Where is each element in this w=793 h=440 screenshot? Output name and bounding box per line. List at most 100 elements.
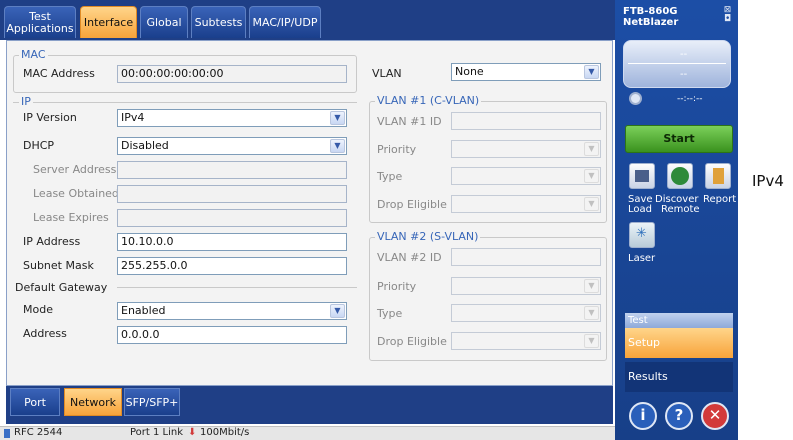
c-vlan-priority-label: Priority <box>377 143 417 156</box>
discover-remote-icon[interactable] <box>667 163 693 189</box>
tab-global[interactable]: Global <box>140 6 188 38</box>
tab-sfp[interactable]: SFP/SFP+ <box>124 388 180 416</box>
laser-glyph: ✳ <box>636 226 647 241</box>
default-gateway-title: Default Gateway <box>15 281 108 294</box>
ip-address-label: IP Address <box>23 235 81 248</box>
c-vlan-id-field <box>451 112 601 130</box>
lease-expires-field <box>117 209 347 227</box>
dhcp-select[interactable]: Disabled ▼ <box>117 137 347 155</box>
gateway-divider <box>117 287 357 288</box>
vlan-select[interactable]: None ▼ <box>451 63 601 81</box>
help-button[interactable]: ? <box>665 402 693 430</box>
close-button[interactable]: ✕ <box>701 402 729 430</box>
clipboard-shape <box>713 168 724 184</box>
chevron-down-icon: ▼ <box>584 306 599 320</box>
top-tab-bar: Test Applications Interface Global Subte… <box>0 0 615 40</box>
device-product: NetBlazer <box>623 17 679 28</box>
timer-value: --:--:-- <box>677 94 703 104</box>
test-menu-header: Test <box>625 313 733 328</box>
chevron-down-icon[interactable]: ▼ <box>330 111 345 125</box>
annotation-label: IPv4 <box>752 172 784 190</box>
rfc-icon <box>4 429 10 438</box>
c-vlan-type-select: ▼ <box>451 167 601 185</box>
c-vlan-drop-select: ▼ <box>451 195 601 213</box>
status-display: -- -- <box>623 40 731 88</box>
dhcp-label: DHCP <box>23 139 55 152</box>
display-divider <box>628 63 726 64</box>
chevron-down-icon[interactable]: ▼ <box>330 304 345 318</box>
mac-address-label: MAC Address <box>23 67 95 80</box>
tab-label: Test Applications <box>6 9 74 35</box>
mac-address-field[interactable]: 00:00:00:00:00:00 <box>117 65 347 83</box>
tab-network[interactable]: Network <box>64 388 122 416</box>
dhcp-value: Disabled <box>121 139 169 152</box>
s-vlan-type-select: ▼ <box>451 304 601 322</box>
subnet-mask-label: Subnet Mask <box>23 259 94 272</box>
setup-menu-item[interactable]: Setup <box>625 328 733 358</box>
s-vlan-type-label: Type <box>377 307 403 320</box>
tab-label: Port <box>24 395 46 409</box>
status-link: Port 1 Link <box>130 427 184 438</box>
s-vlan-id-field <box>451 248 601 266</box>
chevron-down-icon: ▼ <box>584 334 599 348</box>
ip-version-value: IPv4 <box>121 111 145 124</box>
info-button[interactable]: i <box>629 402 657 430</box>
tab-label: Global <box>146 15 182 29</box>
chevron-down-icon[interactable]: ▼ <box>330 139 345 153</box>
laser-icon[interactable]: ✳ <box>629 222 655 248</box>
c-vlan-drop-label: Drop Eligible <box>377 198 447 211</box>
vlan-label: VLAN <box>372 67 402 80</box>
display-bottom-value: -- <box>680 69 688 80</box>
status-bar: RFC 2544 Port 1 Link ⬇ 100Mbit/s <box>0 426 615 440</box>
tab-label: SFP/SFP+ <box>125 395 179 409</box>
s-vlan-drop-select: ▼ <box>451 332 601 350</box>
gateway-address-field[interactable]: 0.0.0.0 <box>117 326 347 344</box>
lease-obtained-label: Lease Obtained <box>33 187 119 200</box>
chevron-down-icon[interactable]: ▼ <box>584 65 599 79</box>
c-vlan-priority-select: ▼ <box>451 140 601 158</box>
lease-expires-label: Lease Expires <box>33 211 109 224</box>
mac-section-title: MAC <box>19 48 48 61</box>
tab-label: Interface <box>83 15 134 29</box>
report-icon[interactable] <box>705 163 731 189</box>
tab-label: MAC/IP/UDP <box>252 15 318 29</box>
battery-icon: ⊠ ◘ <box>723 5 732 24</box>
ip-version-label: IP Version <box>23 111 77 124</box>
s-vlan-id-label: VLAN #2 ID <box>377 251 442 264</box>
start-button[interactable]: Start <box>625 125 733 153</box>
bottom-tab-bar: Port Network SFP/SFP+ <box>6 386 613 424</box>
chevron-down-icon: ▼ <box>584 279 599 293</box>
tab-port[interactable]: Port <box>10 388 60 416</box>
gateway-mode-select[interactable]: Enabled ▼ <box>117 302 347 320</box>
close-icon: ✕ <box>708 406 722 424</box>
ip-version-select[interactable]: IPv4 ▼ <box>117 109 347 127</box>
tab-test-applications[interactable]: Test Applications <box>4 6 76 38</box>
vlan-value: None <box>455 65 484 78</box>
help-icon: ? <box>674 406 684 424</box>
s-vlan-drop-label: Drop Eligible <box>377 335 447 348</box>
server-address-field <box>117 161 347 179</box>
ip-address-field[interactable]: 10.10.0.0 <box>117 233 347 251</box>
device-model: FTB-860G <box>623 6 678 17</box>
subnet-mask-field[interactable]: 255.255.0.0 <box>117 257 347 275</box>
status-speed: 100Mbit/s <box>200 427 250 438</box>
save-load-icon[interactable] <box>629 163 655 189</box>
status-rfc: RFC 2544 <box>14 427 63 438</box>
globe-shape <box>671 167 689 185</box>
chevron-down-icon: ▼ <box>584 142 599 156</box>
tab-subtests[interactable]: Subtests <box>191 6 246 38</box>
ip-section-title: IP <box>19 95 33 108</box>
gateway-mode-value: Enabled <box>121 304 166 317</box>
results-menu-item[interactable]: Results <box>625 362 733 392</box>
tab-interface[interactable]: Interface <box>80 6 137 38</box>
start-label: Start <box>663 132 695 145</box>
ip-divider <box>13 102 357 103</box>
tab-mac-ip-udp[interactable]: MAC/IP/UDP <box>249 6 321 38</box>
info-icon: i <box>640 406 646 424</box>
network-panel: MAC MAC Address 00:00:00:00:00:00 IP IP … <box>6 40 613 386</box>
gateway-address-label: Address <box>23 327 67 340</box>
c-vlan-type-label: Type <box>377 170 403 183</box>
report-label: Report <box>703 194 737 205</box>
s-vlan-section-title: VLAN #2 (S-VLAN) <box>375 230 481 243</box>
gateway-mode-label: Mode <box>23 303 53 316</box>
